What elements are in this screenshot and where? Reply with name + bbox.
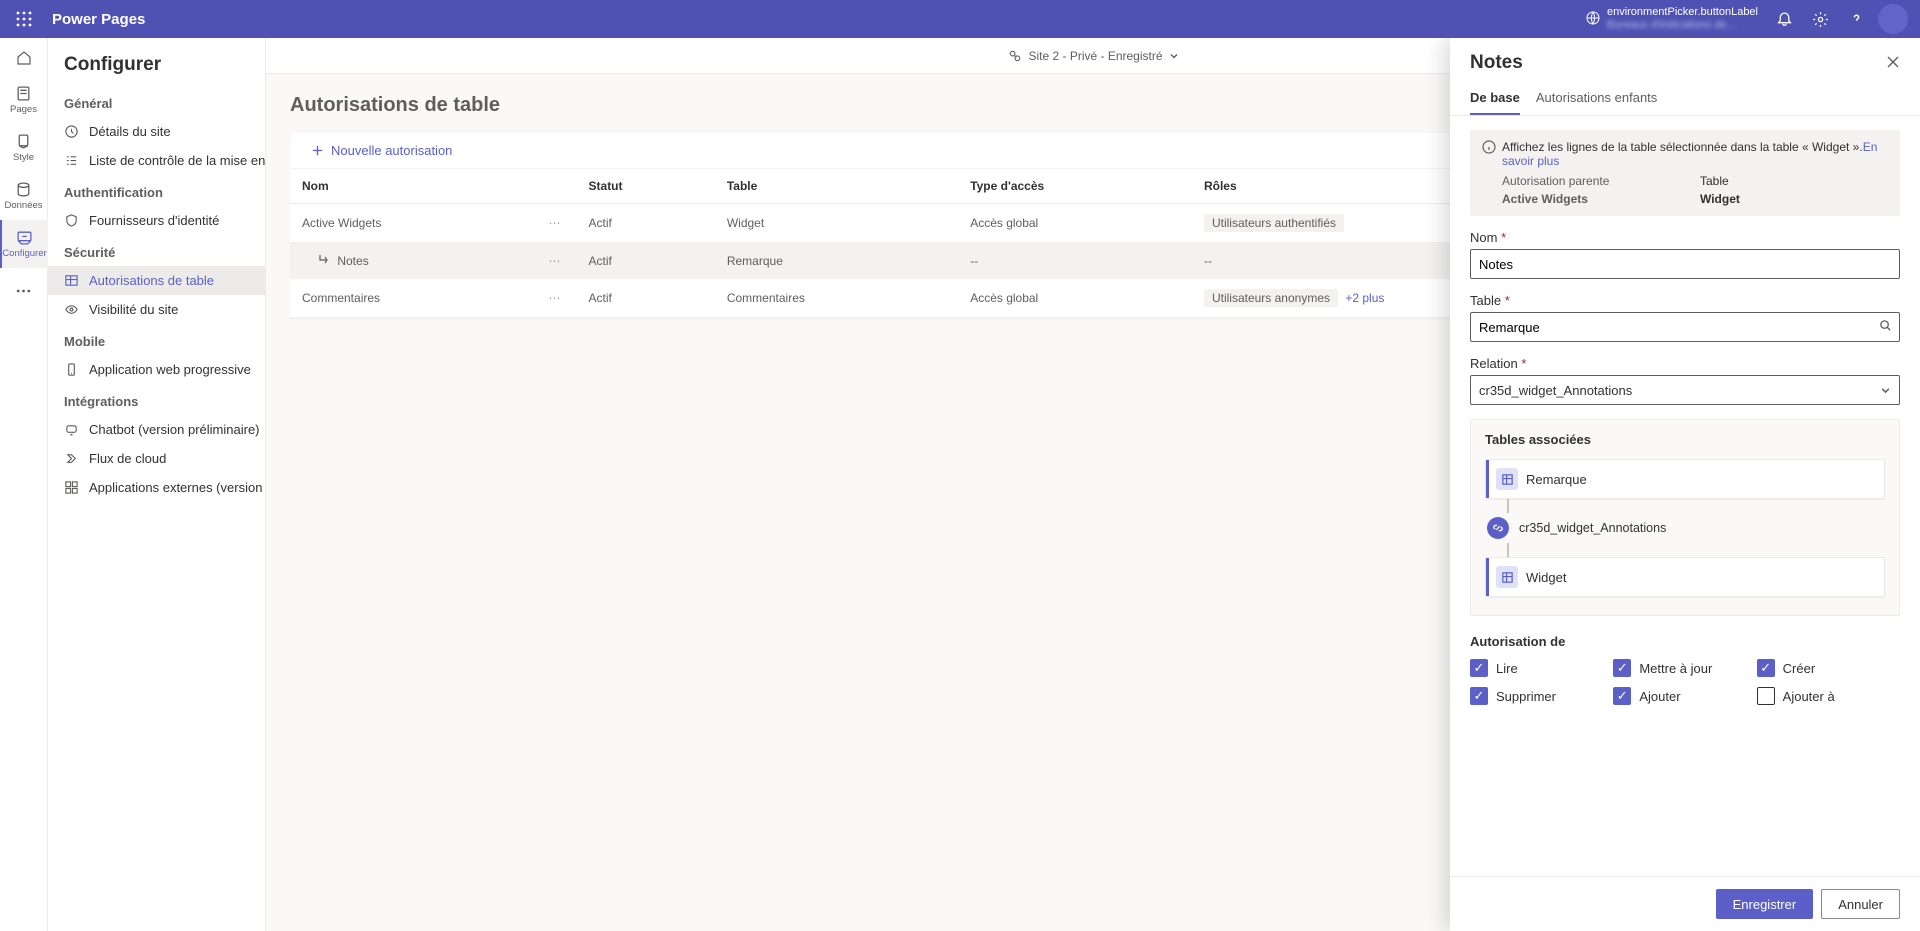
row-more-icon[interactable]: ⋯ bbox=[549, 291, 561, 305]
col-name[interactable]: Nom bbox=[290, 169, 537, 204]
info-box: Affichez les lignes de la table sélectio… bbox=[1470, 130, 1900, 216]
group-auth: Authentification bbox=[48, 175, 265, 206]
nav-rail: Pages Style Données Configurer bbox=[0, 38, 48, 931]
panel-footer: Enregistrer Annuler bbox=[1450, 876, 1920, 931]
panel-title: Notes bbox=[1470, 52, 1886, 74]
user-avatar[interactable] bbox=[1878, 4, 1908, 34]
env-sublabel: Bureaux d'indications de... bbox=[1607, 19, 1758, 32]
rail-setup-label: Configurer bbox=[2, 248, 46, 259]
perm-append[interactable]: ✓Ajouter bbox=[1613, 687, 1756, 705]
site-picker[interactable]: Site 2 - Privé - Enregistré bbox=[1007, 48, 1178, 63]
perm-read[interactable]: ✓Lire bbox=[1470, 659, 1613, 677]
perm-delete[interactable]: ✓Supprimer bbox=[1470, 687, 1613, 705]
permissions-title: Autorisation de bbox=[1470, 634, 1900, 649]
perm-update[interactable]: ✓Mettre à jour bbox=[1613, 659, 1756, 677]
nav-site-details[interactable]: Détails du site bbox=[48, 117, 265, 146]
relation-label: Relation * bbox=[1470, 356, 1900, 371]
tab-base[interactable]: De base bbox=[1470, 82, 1520, 115]
nav-go-live-checklist[interactable]: Liste de contrôle de la mise en ser... bbox=[48, 146, 265, 175]
rail-data[interactable]: Données bbox=[0, 172, 48, 220]
rail-more[interactable] bbox=[0, 268, 48, 316]
perm-create[interactable]: ✓Créer bbox=[1757, 659, 1900, 677]
nav-pwa[interactable]: Application web progressive bbox=[48, 355, 265, 384]
rail-pages-label: Pages bbox=[10, 104, 37, 115]
environment-picker[interactable]: environmentPicker.buttonLabel Bureaux d'… bbox=[1585, 6, 1758, 32]
brand-name: Power Pages bbox=[52, 11, 145, 28]
group-general: Général bbox=[48, 86, 265, 117]
env-label: environmentPicker.buttonLabel bbox=[1607, 6, 1758, 19]
permissions-grid: ✓Lire ✓Mettre à jour ✓Créer ✓Supprimer ✓… bbox=[1470, 659, 1900, 705]
environment-icon bbox=[1585, 10, 1601, 29]
new-permission-button[interactable]: Nouvelle autorisation bbox=[310, 143, 452, 158]
rail-home[interactable] bbox=[4, 44, 44, 72]
edit-panel: Notes De base Autorisations enfants Affi… bbox=[1450, 38, 1920, 931]
panel-close-button[interactable] bbox=[1886, 55, 1900, 72]
search-icon[interactable] bbox=[1879, 319, 1892, 335]
waffle-button[interactable] bbox=[8, 3, 40, 35]
rail-style[interactable]: Style bbox=[0, 124, 48, 172]
name-input[interactable] bbox=[1470, 249, 1900, 279]
name-label: Nom * bbox=[1470, 230, 1900, 245]
chevron-down-icon bbox=[1169, 51, 1179, 61]
main-content: Site 2 - Privé - Enregistré Autorisation… bbox=[266, 38, 1920, 931]
assoc-node-widget: Widget bbox=[1485, 557, 1885, 597]
workspace-title: Configurer bbox=[48, 38, 265, 86]
assoc-relationship: cr35d_widget_Annotations bbox=[1485, 513, 1885, 543]
cancel-button[interactable]: Annuler bbox=[1821, 889, 1900, 919]
rail-pages[interactable]: Pages bbox=[0, 76, 48, 124]
save-button[interactable]: Enregistrer bbox=[1716, 889, 1814, 919]
nav-site-visibility[interactable]: Visibilité du site bbox=[48, 295, 265, 324]
perm-appendto[interactable]: Ajouter à bbox=[1757, 687, 1900, 705]
settings-button[interactable] bbox=[1802, 1, 1838, 37]
nav-table-permissions[interactable]: Autorisations de table bbox=[48, 266, 265, 295]
workspace-nav: Configurer Général Détails du site Liste… bbox=[48, 38, 266, 931]
tab-child-permissions[interactable]: Autorisations enfants bbox=[1536, 82, 1657, 115]
group-mobile: Mobile bbox=[48, 324, 265, 355]
rail-setup[interactable]: Configurer bbox=[0, 220, 48, 268]
nav-cloud-flows[interactable]: Flux de cloud bbox=[48, 444, 265, 473]
panel-tabs: De base Autorisations enfants bbox=[1450, 82, 1920, 116]
table-icon bbox=[1496, 566, 1518, 588]
nav-chatbot[interactable]: Chatbot (version préliminaire) bbox=[48, 415, 265, 444]
app-header: Power Pages environmentPicker.buttonLabe… bbox=[0, 0, 1920, 38]
relation-select[interactable]: cr35d_widget_Annotations bbox=[1470, 375, 1900, 405]
rail-style-label: Style bbox=[13, 152, 34, 163]
role-tag: Utilisateurs authentifiés bbox=[1204, 214, 1344, 232]
more-roles-link[interactable]: +2 plus bbox=[1345, 291, 1384, 305]
assoc-title: Tables associées bbox=[1485, 432, 1885, 447]
site-status-text: Site 2 - Privé - Enregistré bbox=[1028, 49, 1162, 63]
role-tag: Utilisateurs anonymes bbox=[1204, 289, 1338, 307]
table-icon bbox=[1496, 468, 1518, 490]
child-indent-icon bbox=[318, 253, 330, 265]
group-integrations: Intégrations bbox=[48, 384, 265, 415]
row-more-icon[interactable]: ⋯ bbox=[549, 254, 561, 268]
associated-tables-box: Tables associées Remarque bbox=[1470, 419, 1900, 616]
group-security: Sécurité bbox=[48, 235, 265, 266]
assoc-node-remarque: Remarque bbox=[1485, 459, 1885, 499]
col-access[interactable]: Type d'accès bbox=[958, 169, 1192, 204]
col-state[interactable]: Statut bbox=[577, 169, 715, 204]
nav-identity-providers[interactable]: Fournisseurs d'identité bbox=[48, 206, 265, 235]
rail-data-label: Données bbox=[4, 200, 42, 211]
help-button[interactable] bbox=[1838, 1, 1874, 37]
info-icon bbox=[1482, 140, 1496, 154]
table-label: Table * bbox=[1470, 293, 1900, 308]
col-table[interactable]: Table bbox=[715, 169, 958, 204]
chevron-down-icon bbox=[1880, 385, 1891, 396]
lock-icon bbox=[1007, 48, 1022, 63]
row-more-icon[interactable]: ⋯ bbox=[549, 216, 561, 230]
link-icon bbox=[1487, 517, 1509, 539]
notifications-button[interactable] bbox=[1766, 1, 1802, 37]
table-input[interactable] bbox=[1470, 312, 1900, 342]
nav-external-apps[interactable]: Applications externes (version prél... bbox=[48, 473, 265, 502]
